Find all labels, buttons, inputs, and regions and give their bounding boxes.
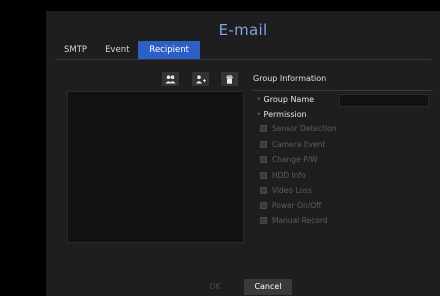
permission-power-on-off[interactable]: Power On/Off (260, 201, 321, 210)
permission-manual-record[interactable]: Manual Record (260, 216, 328, 225)
permission-sensor-detection[interactable]: Sensor Detection (260, 124, 337, 133)
permission-text: HDD Info (272, 171, 306, 180)
ok-button[interactable]: OK (193, 279, 237, 295)
tab-divider (55, 59, 431, 60)
permission-text: Camera Event (272, 140, 326, 149)
permission-text: Power On/Off (272, 201, 322, 210)
bullet-icon: • (257, 96, 261, 103)
permission-camera-event[interactable]: Camera Event (260, 140, 325, 149)
group-name-label: • Group Name (257, 95, 314, 104)
group-list[interactable] (67, 91, 244, 243)
delete-button[interactable] (221, 72, 238, 86)
checkbox[interactable] (260, 187, 267, 194)
bullet-icon: • (257, 111, 261, 118)
permission-video-loss[interactable]: Video Loss (260, 186, 312, 195)
checkbox[interactable] (260, 202, 267, 209)
group-name-field[interactable] (339, 94, 429, 107)
email-dialog: E-mail SMTP Event Recipient Group Inform… (46, 11, 440, 296)
permission-change-pw[interactable]: Change P/W (260, 155, 318, 164)
group-name-label-text: Group Name (263, 95, 315, 104)
checkbox[interactable] (260, 141, 267, 148)
delete-icon (226, 75, 233, 84)
dialog-title: E-mail (218, 21, 268, 39)
checkbox[interactable] (260, 156, 267, 163)
permission-text: Video Loss (272, 186, 312, 195)
group-users-icon (165, 74, 176, 83)
cancel-button[interactable]: Cancel (244, 279, 292, 295)
group-info-divider (253, 90, 433, 91)
permission-label-text: Permission (263, 110, 307, 119)
add-user-button[interactable] (192, 72, 209, 86)
tab-event[interactable]: Event (96, 41, 138, 59)
tab-bar: SMTP Event Recipient (55, 41, 200, 59)
permission-hdd-info[interactable]: HDD Info (260, 171, 306, 180)
permission-text: Manual Record (272, 216, 328, 225)
add-user-icon (196, 74, 206, 83)
permission-text: Sensor Detection (272, 124, 337, 133)
tab-recipient[interactable]: Recipient (138, 41, 200, 59)
checkbox[interactable] (260, 217, 267, 224)
checkbox[interactable] (260, 125, 267, 132)
permission-text: Change P/W (272, 155, 318, 164)
group-info-title: Group Information (253, 74, 327, 83)
tab-smtp[interactable]: SMTP (55, 41, 96, 59)
checkbox[interactable] (260, 172, 267, 179)
group-users-button[interactable] (162, 72, 179, 86)
permission-label: • Permission (257, 110, 307, 119)
